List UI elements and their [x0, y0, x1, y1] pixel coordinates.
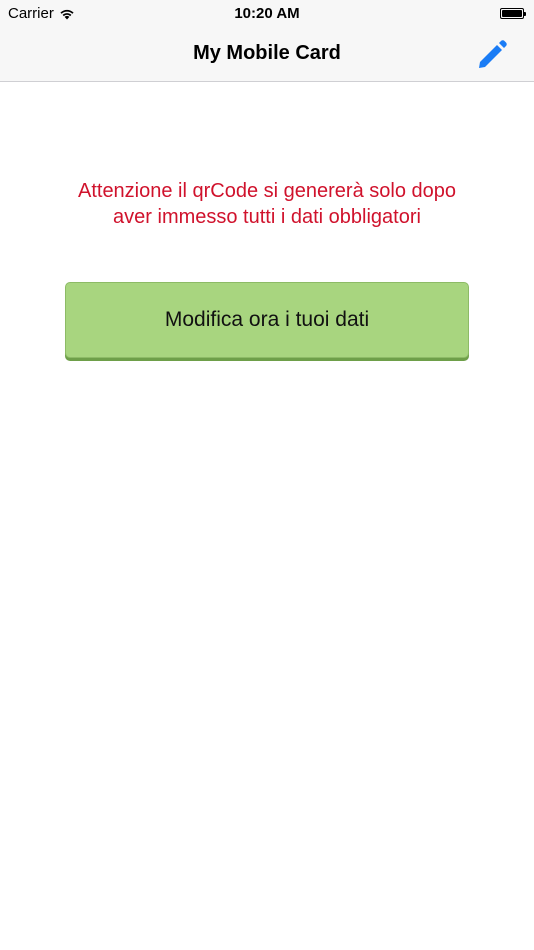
- status-time: 10:20 AM: [234, 5, 300, 22]
- edit-data-button[interactable]: Modifica ora i tuoi dati: [65, 282, 469, 358]
- edit-data-button-label: Modifica ora i tuoi dati: [164, 308, 370, 331]
- warning-line-1: Attenzione il qrCode si genererà solo do…: [77, 180, 457, 202]
- screen: Carrier 10:20 AM My Mobile Card Attenzio…: [0, 0, 534, 950]
- page-title: My Mobile Card: [193, 42, 341, 64]
- warning-line-2: aver immesso tutti i dati obbligatori: [113, 206, 421, 228]
- battery-icon: [500, 8, 526, 19]
- pencil-icon: [474, 37, 510, 73]
- edit-button[interactable]: [474, 37, 510, 73]
- navigation-bar: My Mobile Card: [0, 28, 534, 82]
- qrcode-warning-message: Attenzione il qrCode si genererà solo do…: [0, 178, 534, 230]
- status-bar: Carrier 10:20 AM: [0, 0, 534, 28]
